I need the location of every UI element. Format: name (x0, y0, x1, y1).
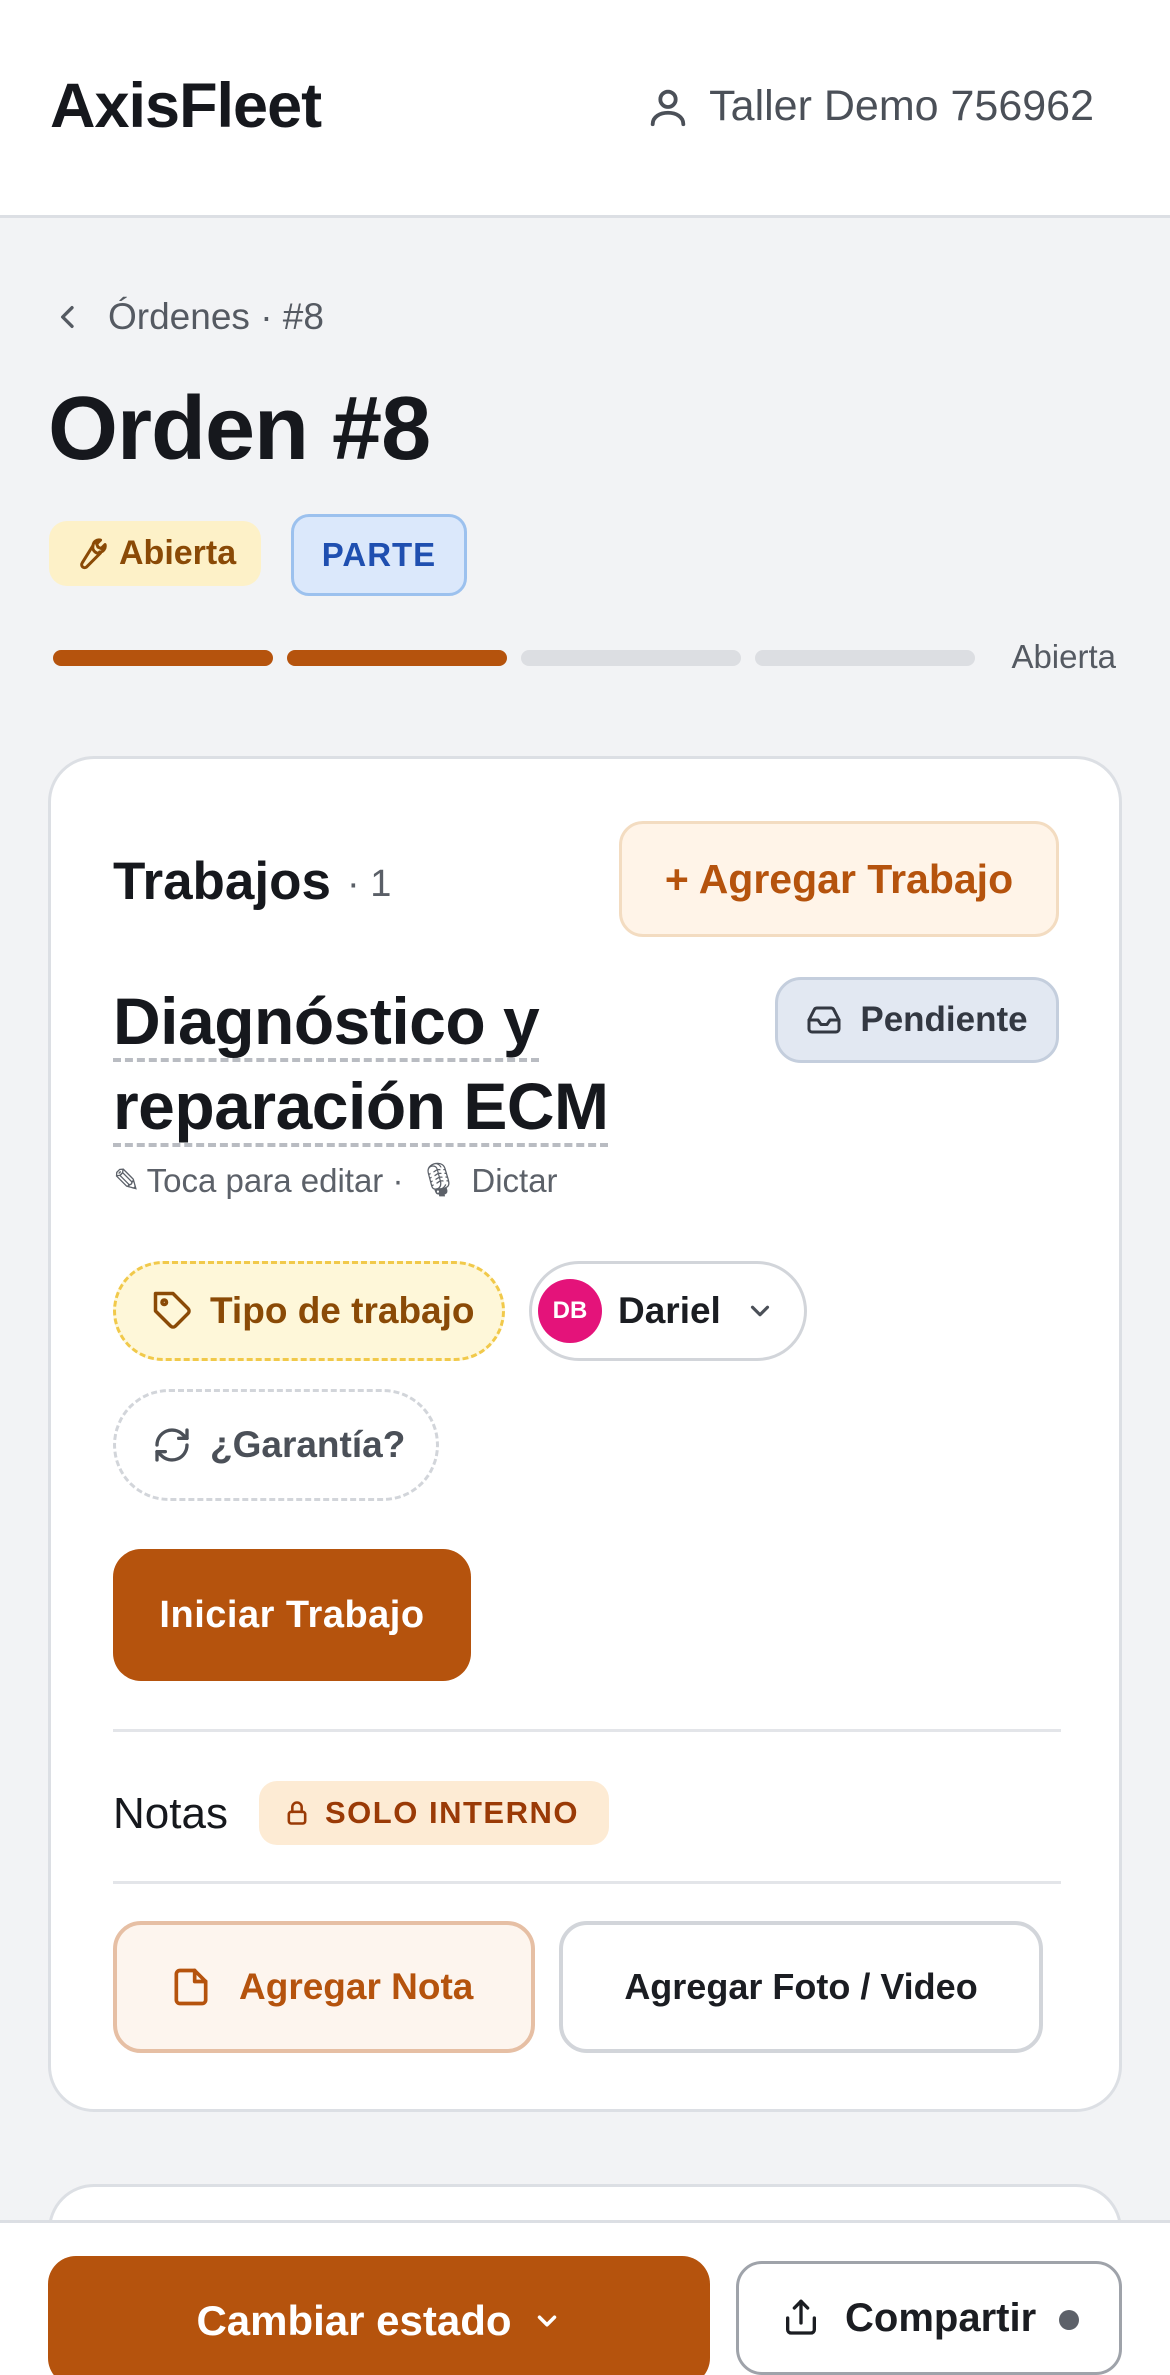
inbox-icon (807, 1006, 841, 1034)
internal-only-label: SOLO INTERNO (325, 1795, 579, 1830)
share-label: Compartir (845, 2295, 1037, 2340)
job-title[interactable]: Diagnóstico y reparación ECM (113, 979, 673, 1149)
status-badge-label: Abierta (119, 534, 237, 572)
user-menu[interactable]: Taller Demo 756962 (645, 82, 1094, 131)
tag-icon (153, 1291, 191, 1329)
add-note-label: Agregar Nota (239, 1966, 474, 2007)
add-media-button[interactable]: Agregar Foto / Video (559, 1921, 1043, 2053)
work-type-label: Tipo de trabajo (210, 1290, 475, 1331)
divider (113, 1881, 1061, 1884)
warranty-chip[interactable]: ¿Garantía? (113, 1389, 439, 1501)
file-icon (174, 1968, 208, 2006)
internal-only-badge: SOLO INTERNO (259, 1781, 609, 1845)
status-badge: Abierta (49, 521, 261, 586)
change-status-label: Cambiar estado (196, 2297, 512, 2344)
divider (113, 1729, 1061, 1732)
chevron-left-icon (61, 306, 74, 328)
wrench-icon (80, 537, 107, 569)
edit-hint-text: Toca para editar · (146, 1161, 404, 1199)
add-job-button[interactable]: + Agregar Trabajo (619, 821, 1059, 937)
job-title-line: Diagnóstico y (113, 984, 540, 1062)
chevron-down-icon (537, 2315, 556, 2327)
microphone-icon[interactable]: 🎙 (417, 1161, 459, 1200)
pencil-icon: ✎ (113, 1162, 141, 1199)
assignee-name: Dariel (618, 1290, 721, 1331)
order-type-badge: PARTE (291, 514, 467, 596)
lock-icon (287, 1801, 307, 1825)
job-title-line: reparación ECM (113, 1069, 609, 1147)
progress-label: Abierta (1011, 638, 1116, 675)
status-progress (53, 650, 975, 666)
top-bar: AxisFleet Taller Demo 756962 (0, 0, 1170, 218)
progress-step (53, 650, 273, 666)
share-icon (786, 2299, 816, 2335)
refresh-icon (155, 1428, 189, 1462)
edit-hint: ✎ Toca para editar · 🎙 Dictar (113, 1161, 558, 1200)
change-status-button[interactable]: Cambiar estado (48, 2256, 710, 2375)
dictate-link[interactable]: Dictar (471, 1162, 557, 1200)
breadcrumb-text: Órdenes · #8 (108, 296, 324, 337)
user-icon (650, 89, 686, 126)
bottom-action-bar: Cambiar estado Compartir (0, 2220, 1170, 2375)
progress-step (755, 650, 975, 666)
work-type-chip[interactable]: Tipo de trabajo (113, 1261, 505, 1361)
breadcrumb[interactable]: Órdenes · #8 (52, 296, 324, 338)
indicator-dot (1059, 2310, 1079, 2330)
page-title: Orden #8 (48, 379, 431, 479)
avatar: DB (538, 1279, 602, 1343)
start-job-button[interactable]: Iniciar Trabajo (113, 1549, 471, 1681)
progress-step (521, 650, 741, 666)
share-button[interactable]: Compartir (736, 2261, 1122, 2375)
job-status-label: Pendiente (860, 1000, 1028, 1039)
brand-logo[interactable]: AxisFleet (50, 70, 322, 142)
jobs-count: · 1 (347, 863, 392, 905)
assignee-selector[interactable]: DB Dariel (529, 1261, 807, 1361)
user-name: Taller Demo 756962 (709, 82, 1094, 130)
progress-step (287, 650, 507, 666)
add-note-button[interactable]: Agregar Nota (113, 1921, 535, 2053)
job-status-button[interactable]: Pendiente (775, 977, 1059, 1063)
jobs-card: Trabajos · 1 + Agregar Trabajo Diagnósti… (48, 756, 1122, 2112)
jobs-title: Trabajos (113, 852, 331, 911)
chevron-down-icon (750, 1305, 769, 1317)
warranty-label: ¿Garantía? (210, 1424, 406, 1465)
notes-title: Notas (113, 1789, 228, 1838)
